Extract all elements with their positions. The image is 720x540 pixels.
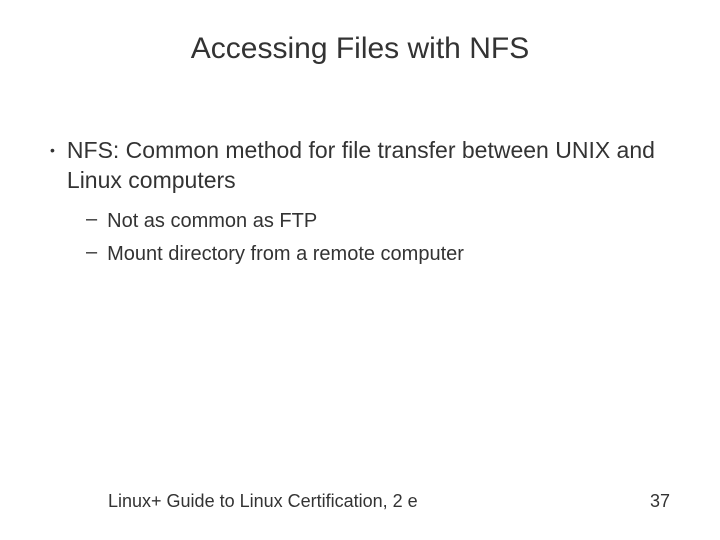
slide-content: • NFS: Common method for file transfer b…	[40, 136, 680, 268]
sub-bullet-text: Not as common as FTP	[107, 208, 317, 235]
sub-bullet-item: – Not as common as FTP	[86, 208, 680, 235]
sub-bullet-marker: –	[86, 241, 97, 264]
sub-bullet-item: – Mount directory from a remote computer	[86, 241, 680, 268]
footer-source: Linux+ Guide to Linux Certification, 2 e	[108, 491, 418, 512]
bullet-text: NFS: Common method for file transfer bet…	[67, 136, 680, 196]
sub-bullet-list: – Not as common as FTP – Mount directory…	[50, 208, 680, 268]
slide-container: Accessing Files with NFS • NFS: Common m…	[0, 0, 720, 540]
slide-title: Accessing Files with NFS	[40, 32, 680, 66]
sub-bullet-text: Mount directory from a remote computer	[107, 241, 464, 268]
sub-bullet-marker: –	[86, 208, 97, 231]
bullet-marker: •	[50, 142, 55, 158]
slide-footer: Linux+ Guide to Linux Certification, 2 e…	[0, 491, 720, 512]
bullet-item: • NFS: Common method for file transfer b…	[50, 136, 680, 196]
page-number: 37	[650, 491, 670, 512]
